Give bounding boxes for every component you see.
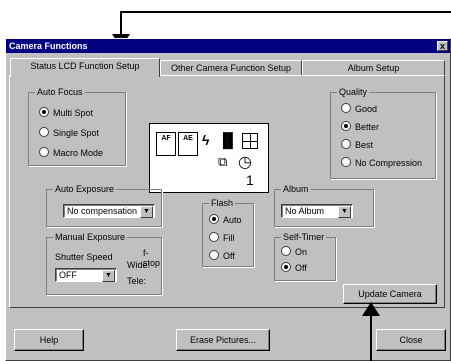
auto-exposure-value: No compensation: [67, 206, 138, 216]
radio-label: Single Spot: [53, 128, 100, 138]
flash-fill-radio[interactable]: Fill: [209, 232, 235, 244]
auto-exposure-select[interactable]: No compensation ▼: [63, 204, 155, 218]
radio-dot: [341, 103, 351, 113]
quality-group: Quality Good Better Best No Compression: [330, 87, 436, 179]
radio-label: On: [295, 247, 308, 257]
radio-dot: [39, 127, 49, 137]
radio-label: Multi Spot: [53, 108, 94, 118]
annotation-line-top: [120, 11, 451, 13]
quality-better-radio[interactable]: Better: [341, 121, 379, 133]
radio-label: No Compression: [355, 158, 423, 168]
dropdown-arrow-icon[interactable]: ▼: [102, 270, 115, 282]
af-multi-spot-radio[interactable]: Multi Spot: [39, 107, 93, 119]
help-button[interactable]: Help: [14, 329, 84, 351]
self-timer-label: Self-Timer: [281, 232, 327, 242]
radio-dot: [209, 250, 219, 260]
radio-dot: [281, 262, 291, 272]
radio-dot: [341, 139, 351, 149]
radio-dot: [39, 107, 49, 117]
radio-label: Fill: [223, 233, 235, 243]
lcd-preview: AF AE ϟ ▐▌ ⧉ ◷ 1: [149, 123, 269, 193]
shutter-speed-value: OFF: [59, 270, 77, 280]
update-camera-button[interactable]: Update Camera: [343, 284, 437, 304]
lcd-frame-icon: ⧉: [218, 154, 228, 169]
lcd-ae-indicator: AE: [178, 132, 198, 156]
af-single-spot-radio[interactable]: Single Spot: [39, 127, 99, 139]
lcd-quality-icon: ▐▌: [218, 132, 238, 148]
dropdown-arrow-icon[interactable]: ▼: [338, 206, 351, 218]
manual-exposure-group: Manual Exposure Shutter Speed f-stop Wid…: [46, 232, 162, 295]
auto-exposure-group: Auto Exposure No compensation ▼: [46, 184, 162, 227]
flash-label: Flash: [209, 198, 236, 208]
album-value: No Album: [285, 206, 325, 216]
flash-auto-radio[interactable]: Auto: [209, 214, 242, 226]
dropdown-arrow-icon[interactable]: ▼: [140, 206, 153, 218]
lcd-grid-icon: [242, 133, 258, 149]
quality-label: Quality: [337, 87, 370, 97]
shutter-speed-label: Shutter Speed: [55, 252, 113, 262]
radio-dot: [341, 121, 351, 131]
radio-label: Off: [295, 263, 307, 273]
flash-off-radio[interactable]: Off: [209, 250, 235, 262]
lcd-self-timer-icon: ◷: [238, 154, 252, 171]
radio-dot: [209, 214, 219, 224]
close-button[interactable]: Close: [376, 329, 446, 351]
album-label: Album: [281, 184, 311, 194]
radio-label: Good: [355, 104, 378, 114]
lcd-frame-counter: 1: [246, 172, 254, 188]
manual-exposure-label: Manual Exposure: [53, 232, 128, 242]
close-window-button[interactable]: x: [437, 41, 448, 51]
radio-dot: [39, 147, 49, 157]
radio-label: Macro Mode: [53, 148, 104, 158]
erase-pictures-button[interactable]: Erase Pictures...: [176, 329, 270, 351]
radio-label: Best: [355, 140, 374, 150]
af-macro-mode-radio[interactable]: Macro Mode: [39, 147, 103, 159]
flash-group: Flash Auto Fill Off: [202, 198, 254, 267]
radio-label: Auto: [223, 215, 242, 225]
tele-label: Tele:: [127, 276, 147, 286]
tab-other-camera-function[interactable]: Other Camera Function Setup: [160, 60, 302, 76]
window-title: Camera Functions: [9, 41, 88, 51]
radio-dot: [209, 232, 219, 242]
radio-label: Better: [355, 122, 380, 132]
radio-dot: [281, 246, 291, 256]
self-timer-on-radio[interactable]: On: [281, 246, 307, 258]
auto-focus-group: Auto Focus Multi Spot Single Spot Macro …: [28, 87, 126, 166]
annotation-line-vertical-bottom: [370, 312, 372, 361]
lcd-flash-icon: ϟ: [202, 132, 210, 148]
self-timer-off-radio[interactable]: Off: [281, 262, 307, 274]
lcd-af-indicator: AF: [156, 132, 176, 156]
shutter-speed-select[interactable]: OFF ▼: [55, 268, 117, 282]
auto-focus-label: Auto Focus: [35, 87, 85, 97]
auto-exposure-label: Auto Exposure: [53, 184, 117, 194]
quality-best-radio[interactable]: Best: [341, 139, 373, 151]
album-select[interactable]: No Album ▼: [281, 204, 353, 218]
quality-no-compression-radio[interactable]: No Compression: [341, 157, 422, 169]
wide-label: Wide:: [127, 260, 151, 270]
title-bar: Camera Functions x: [6, 39, 450, 53]
tab-status-lcd[interactable]: Status LCD Function Setup: [10, 58, 160, 77]
tab-album-setup[interactable]: Album Setup: [302, 60, 445, 76]
album-group: Album No Album ▼: [274, 184, 374, 227]
quality-good-radio[interactable]: Good: [341, 103, 377, 115]
annotation-arrowhead-up: [362, 302, 380, 316]
camera-functions-dialog: Camera Functions x Status LCD Function S…: [5, 38, 451, 361]
radio-dot: [341, 157, 351, 167]
radio-label: Off: [223, 251, 235, 261]
self-timer-group: Self-Timer On Off: [274, 232, 336, 281]
